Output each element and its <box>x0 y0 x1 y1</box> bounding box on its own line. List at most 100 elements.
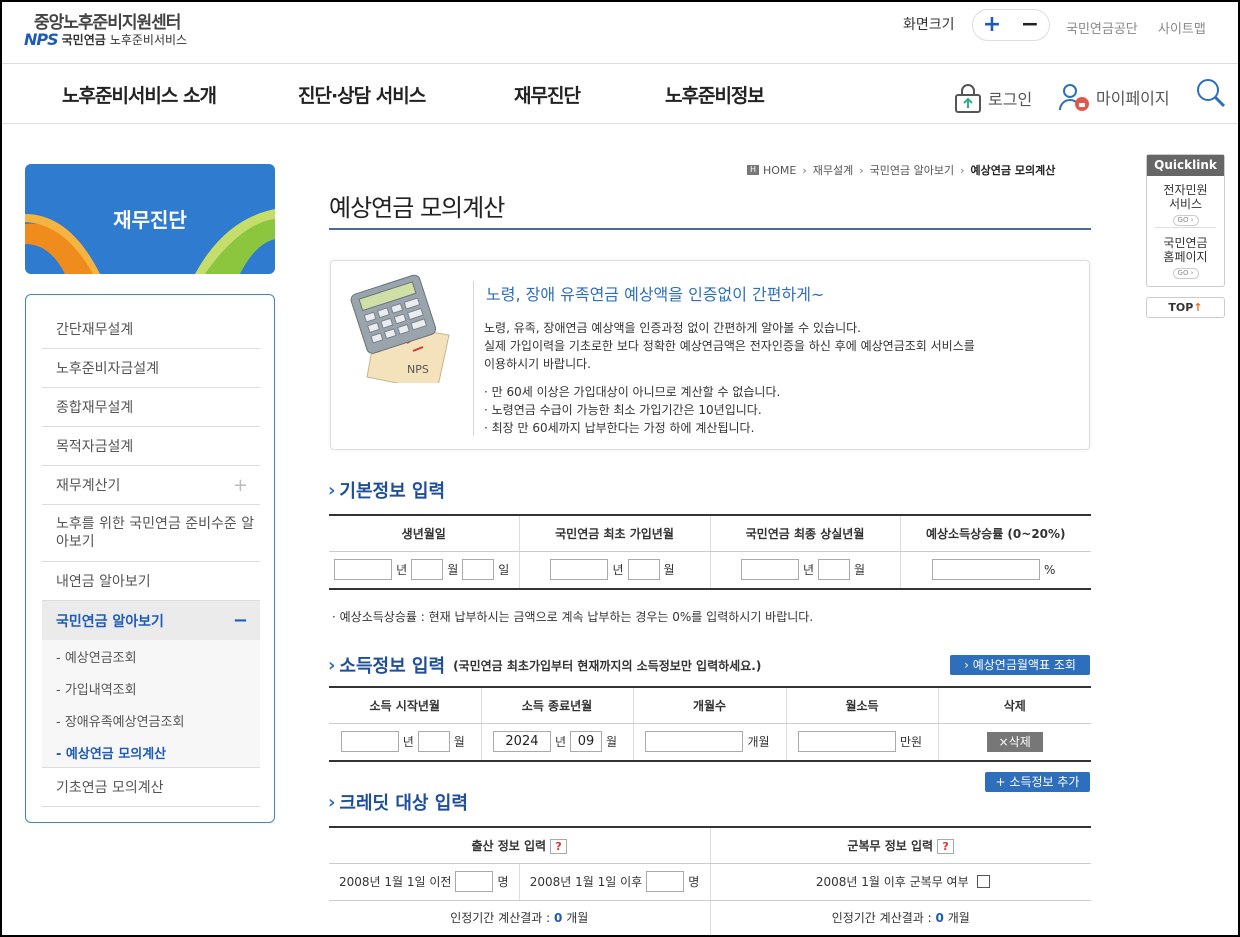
pension-table-lookup-button[interactable]: › 예상연금월액표 조회 <box>950 655 1090 675</box>
unit-label: 년 <box>554 735 566 750</box>
illustration-nps-text: NPS <box>407 363 429 376</box>
income-start-month-input[interactable] <box>417 731 450 753</box>
search-icon[interactable] <box>1196 78 1226 108</box>
income-growth-input[interactable] <box>932 559 1041 581</box>
quicklink-label: 국민연금 <box>1163 236 1208 250</box>
unit-label: 개월 <box>747 735 770 750</box>
unit-label: 월 <box>854 563 866 578</box>
user-lock-icon <box>1059 84 1089 111</box>
quicklink-e-service[interactable]: 전자민원 서비스 GO › <box>1147 183 1224 226</box>
unit-label: % <box>1044 562 1056 577</box>
unit-label: 명 <box>688 875 700 889</box>
expand-plus-icon[interactable]: + <box>233 475 248 496</box>
add-income-button[interactable]: + 소득정보 추가 <box>985 772 1090 792</box>
column-header: 국민연금 최초 가입년월 <box>518 514 710 552</box>
sidebar-sub-expected-pension[interactable]: - 예상연금조회 <box>56 647 137 666</box>
login-link[interactable]: 로그인 <box>954 82 1032 114</box>
arrow-up-icon: ↑ <box>1193 301 1203 314</box>
zoom-out-button[interactable]: − <box>1021 14 1039 36</box>
birth-day-input[interactable] <box>462 559 495 581</box>
help-icon[interactable]: ? <box>937 838 955 854</box>
first-join-year-input[interactable] <box>550 559 609 581</box>
income-end-year-input[interactable]: 2024 <box>492 731 551 753</box>
first-join-month-input[interactable] <box>627 559 660 581</box>
result-unit: 개월 <box>947 911 970 926</box>
scroll-top-button[interactable]: TOP↑ <box>1146 297 1225 318</box>
months-count-input[interactable] <box>645 731 744 753</box>
unit-label: 일 <box>498 563 510 578</box>
basic-info-note: · 예상소득상승률 : 현재 납부하시는 금액으로 계속 납부하는 경우는 0%… <box>332 610 814 624</box>
go-button[interactable]: GO › <box>1172 268 1199 279</box>
sidebar-item-national-pension[interactable]: 국민연금 알아보기 − <box>42 601 260 640</box>
sidebar-item-label: 내연금 알아보기 <box>56 574 151 590</box>
nav-item-finance[interactable]: 재무진단 <box>514 81 581 108</box>
sidebar-item-label: 노후를 위한 국민연금 준비수준 알아보기 <box>56 516 255 550</box>
sidebar-item-total-plan[interactable]: 종합재무설계 <box>42 388 260 427</box>
military-service-checkbox[interactable] <box>976 875 990 888</box>
side-banner-title: 재무진단 <box>113 208 187 232</box>
sidebar-sub-subscription-history[interactable]: - 가입내역조회 <box>56 679 137 698</box>
zoom-in-button[interactable]: + <box>983 14 1001 36</box>
side-nav: 간단재무설계 노후준비자금설계 종합재무설계 목적자금설계 재무계산기 + 노후… <box>25 294 275 823</box>
sidebar-item-label: 재무계산기 <box>56 478 121 494</box>
mypage-link[interactable]: 마이페이지 <box>1058 82 1170 112</box>
births-after-2008-input[interactable] <box>646 871 685 892</box>
sidebar-item-purpose-fund[interactable]: 목적자금설계 <box>42 427 260 466</box>
birth-result-label: 인정기간 계산결과 : <box>450 911 551 926</box>
sidebar-item-retirement-fund[interactable]: 노후준비자금설계 <box>42 349 260 388</box>
result-unit: 개월 <box>566 911 589 926</box>
sidebar-sub-simulation[interactable]: - 예상연금 모의계산 <box>56 743 166 762</box>
collapse-minus-icon[interactable]: − <box>233 610 248 631</box>
title-divider <box>329 228 1091 230</box>
birth-year-input[interactable] <box>334 559 393 581</box>
top-bar: 중앙노후준비지원센터 NPS 국민연금 노후준비서비스 화면크기 + − 국민연… <box>2 2 1238 64</box>
info-box: NPS 노령, 장애 유족연금 예상액을 인증없이 간편하게~ 노령, 유족, … <box>330 260 1090 450</box>
go-button[interactable]: GO › <box>1172 215 1199 226</box>
delete-row-button[interactable]: ×삭제 <box>986 731 1043 752</box>
sidebar-item-calculator[interactable]: 재무계산기 + <box>42 466 260 505</box>
birth-month-input[interactable] <box>411 559 444 581</box>
logo-subtitle-2: 노후준비서비스 <box>109 33 188 47</box>
column-header: 출산 정보 입력 <box>471 838 547 853</box>
basic-info-table: 생년월일 국민연금 최초 가입년월 국민연금 최종 상실년월 예상소득상승률 (… <box>329 514 1091 590</box>
quicklink-nps-homepage[interactable]: 국민연금 홈페이지 GO › <box>1147 236 1224 279</box>
monthly-income-input[interactable] <box>797 731 896 753</box>
help-icon[interactable]: ? <box>550 838 568 854</box>
breadcrumb-item[interactable]: 재무설계 <box>813 162 853 178</box>
income-info-table: 소득 시작년월 소득 종료년월 개월수 월소득 삭제 년월 2024 년 09 월 개… <box>329 686 1091 762</box>
sidebar-item-basic-pension[interactable]: 기초연금 모의계산 <box>42 768 260 807</box>
logo[interactable]: NPS 국민연금 노후준비서비스 <box>24 30 187 49</box>
quicklink-label: 서비스 <box>1168 197 1203 211</box>
chevron-right-icon: › <box>328 791 336 813</box>
birth-result-value: 0 <box>554 911 563 926</box>
info-divider <box>473 281 474 436</box>
sidebar-sub-disability-pension[interactable]: - 장애유족예상연금조회 <box>56 711 184 730</box>
breadcrumb-current: 예상연금 모의계산 <box>970 164 1056 177</box>
column-header: 예상소득상승률 (0~20%) <box>899 514 1091 552</box>
nav-item-info[interactable]: 노후준비정보 <box>665 81 765 108</box>
last-loss-year-input[interactable] <box>740 559 799 581</box>
breadcrumb-home[interactable]: HOME <box>763 164 796 177</box>
section-title-text: 기본정보 입력 <box>339 481 446 502</box>
unit-label: 월 <box>663 563 675 578</box>
nps-link[interactable]: 국민연금공단 <box>1066 18 1138 37</box>
last-loss-month-input[interactable] <box>818 559 850 581</box>
sidebar-item-pension-level[interactable]: 노후를 위한 국민연금 준비수준 알아보기 <box>42 505 260 562</box>
sidebar-item-my-pension[interactable]: 내연금 알아보기 <box>42 562 260 601</box>
nav-item-service-intro[interactable]: 노후준비서비스 소개 <box>62 81 217 108</box>
page-title: 예상연금 모의계산 <box>329 194 505 222</box>
screen-size-label: 화면크기 <box>903 17 955 33</box>
breadcrumb-item[interactable]: 국민연금 알아보기 <box>870 162 954 178</box>
births-before-2008-input[interactable] <box>455 871 494 892</box>
unit-label: 만원 <box>899 735 923 750</box>
income-start-year-input[interactable] <box>340 731 399 753</box>
breadcrumb: H HOME › 재무설계 › 국민연금 알아보기 › 예상연금 모의계산 <box>747 162 1055 178</box>
section-note: (국민연금 최초가입부터 현재까지의 소득정보만 입력하세요.) <box>453 658 762 673</box>
nav-item-diagnosis[interactable]: 진단·상담 서비스 <box>298 81 426 108</box>
sidebar-item-simple-plan[interactable]: 간단재무설계 <box>42 310 260 349</box>
quicklink-label: 전자민원 <box>1163 183 1208 197</box>
section-title-text: 소득정보 입력 <box>339 656 446 677</box>
sitemap-link[interactable]: 사이트맵 <box>1158 18 1206 37</box>
column-header: 소득 종료년월 <box>480 686 633 724</box>
income-end-month-input[interactable]: 09 <box>570 731 602 753</box>
